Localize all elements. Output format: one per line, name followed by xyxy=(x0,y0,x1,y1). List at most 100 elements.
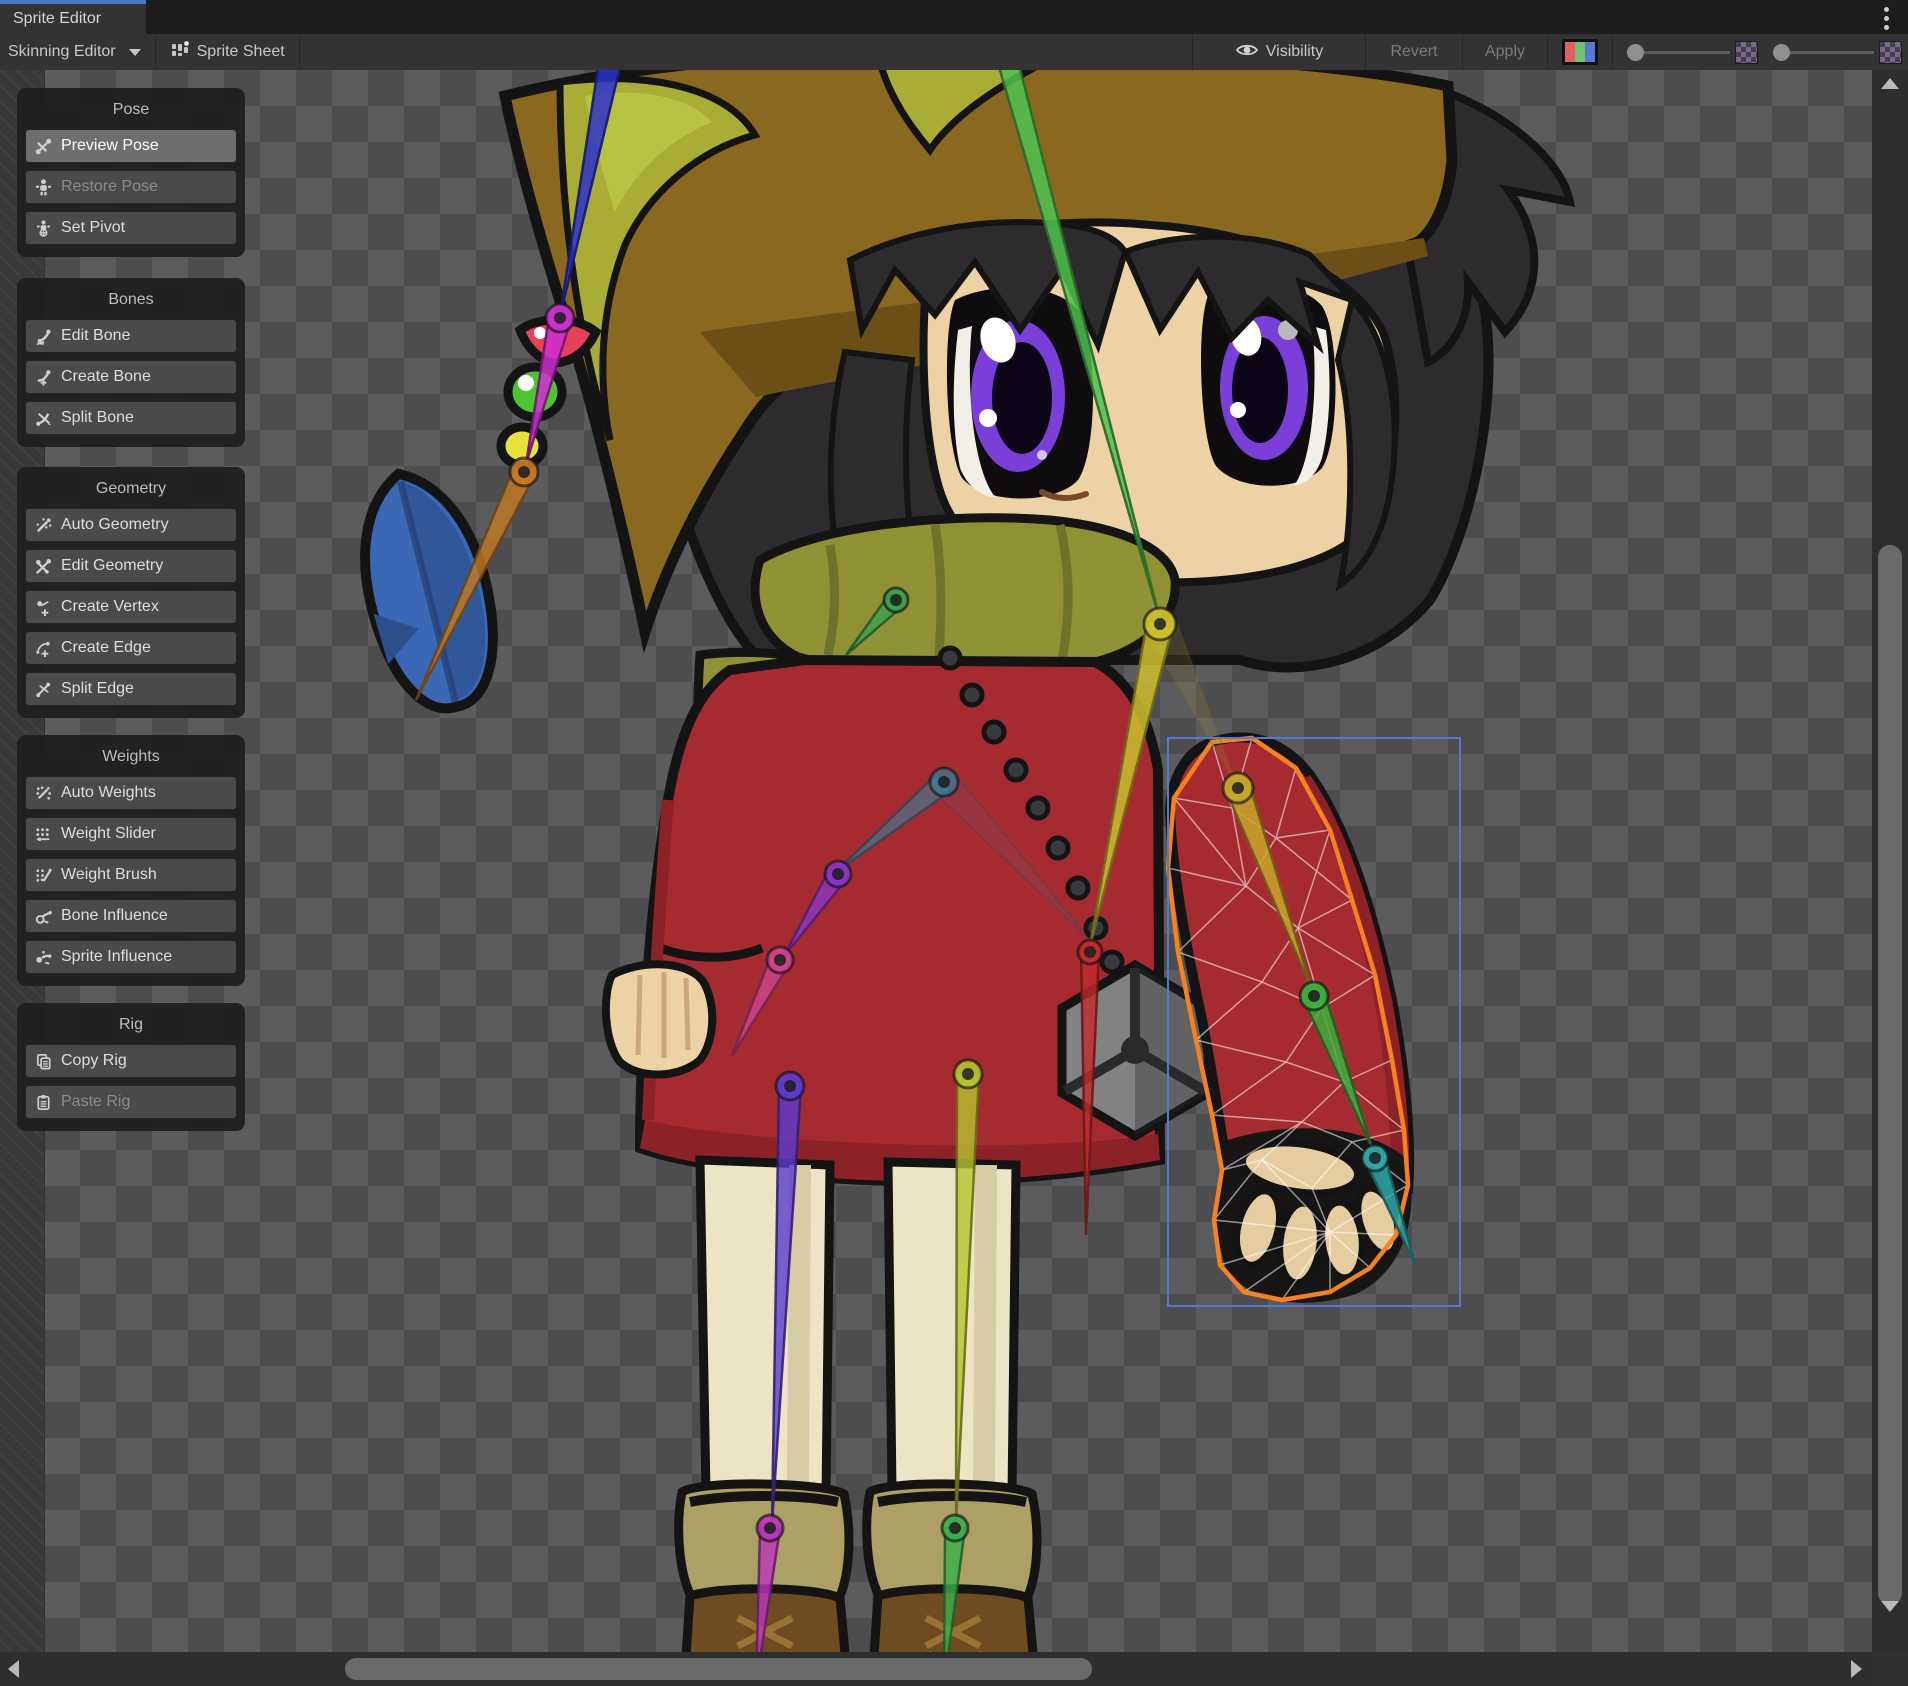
visibility-button[interactable]: Visibility xyxy=(1192,34,1366,70)
scroll-up-icon[interactable] xyxy=(1881,78,1899,89)
checker-chip-icon xyxy=(1735,41,1758,64)
revert-button[interactable]: Revert xyxy=(1366,34,1463,70)
window-menu-kebab-icon[interactable] xyxy=(1876,4,1896,32)
button-label: Bone Influence xyxy=(61,907,168,925)
alpha-slider-knob[interactable] xyxy=(1773,44,1790,61)
brightness-slider-knob[interactable] xyxy=(1627,44,1644,61)
button-label: Split Bone xyxy=(61,409,134,427)
left-arm-bone-3-joint-center xyxy=(774,954,786,966)
panel-rig: RigCopy RigPaste Rig xyxy=(17,1003,245,1131)
button-label: Copy Rig xyxy=(61,1052,127,1070)
skinning-canvas[interactable] xyxy=(0,70,1908,1686)
scroll-down-icon[interactable] xyxy=(1881,1601,1899,1612)
panel-pose: Pose Preview Pose Restore Pose Set Pivot xyxy=(17,88,245,257)
sprite-influence-icon xyxy=(33,947,53,967)
button-label: Auto Geometry xyxy=(61,516,169,534)
panel-title: Bones xyxy=(25,288,237,312)
button-label: Create Edge xyxy=(61,639,151,657)
sprite-sheet-button[interactable]: Sprite Sheet xyxy=(156,34,300,70)
panel-geometry: GeometryAuto GeometryEdit GeometryCreate… xyxy=(17,467,245,718)
set-pivot-icon xyxy=(33,218,53,238)
edit-bone-button[interactable]: Edit Bone xyxy=(25,319,237,353)
set-pivot-button[interactable]: Set Pivot xyxy=(25,211,237,245)
sprite-influence-button[interactable]: Sprite Influence xyxy=(25,940,237,974)
feather xyxy=(342,460,514,721)
skinning-editor-label: Skinning Editor xyxy=(8,43,116,61)
apply-button[interactable]: Apply xyxy=(1463,34,1548,70)
brightness-slider[interactable] xyxy=(1627,41,1758,64)
scrollbar-corner xyxy=(1872,1652,1908,1686)
alpha-slider[interactable] xyxy=(1773,41,1902,64)
pelvis-bone-joint-center xyxy=(1084,946,1096,958)
legs xyxy=(679,1160,1037,1686)
create-bone-icon xyxy=(33,367,53,387)
auto-weights-button[interactable]: Auto Weights xyxy=(25,776,237,810)
skinning-editor-dropdown[interactable]: Skinning Editor xyxy=(0,34,156,70)
right-arm-sprite[interactable] xyxy=(1170,737,1412,1302)
rgb-swatch-icon xyxy=(1562,39,1598,65)
button-label: Paste Rig xyxy=(61,1093,130,1111)
paste-rig-button[interactable]: Paste Rig xyxy=(25,1085,237,1119)
hat-strap-bone-2-joint-center xyxy=(518,466,530,478)
create-edge-icon xyxy=(33,638,53,658)
tab-bar: Sprite Editor xyxy=(0,0,1908,34)
bone-influence-button[interactable]: Bone Influence xyxy=(25,899,237,933)
eye-icon xyxy=(1235,41,1259,64)
auto-geometry-button[interactable]: Auto Geometry xyxy=(25,508,237,542)
apply-label: Apply xyxy=(1485,43,1525,61)
vertical-scrollbar[interactable] xyxy=(1872,70,1908,1652)
right-arm-bone-2-joint-center xyxy=(1308,990,1320,1002)
weight-slider-icon xyxy=(33,824,53,844)
split-edge-button[interactable]: Split Edge xyxy=(25,672,237,706)
bone-influence-icon xyxy=(33,906,53,926)
button-label: Edit Geometry xyxy=(61,557,163,575)
button-label: Weight Slider xyxy=(61,825,156,843)
split-bone-button[interactable]: Split Bone xyxy=(25,401,237,435)
weight-slider-button[interactable]: Weight Slider xyxy=(25,817,237,851)
left-arm-bone-1-joint-center xyxy=(938,776,950,788)
visibility-label: Visibility xyxy=(1266,43,1324,61)
tab-sprite-editor[interactable]: Sprite Editor xyxy=(0,0,146,34)
copy-rig-icon xyxy=(33,1051,53,1071)
tab-title: Sprite Editor xyxy=(13,10,101,28)
horizontal-scrollbar-thumb[interactable] xyxy=(345,1658,1092,1680)
button-label: Edit Bone xyxy=(61,327,130,345)
button-label: Split Edge xyxy=(61,680,134,698)
right-arm-bone-3-joint-center xyxy=(1369,1152,1381,1164)
sprite-sheet-label: Sprite Sheet xyxy=(197,43,285,61)
pose-preview-icon xyxy=(33,136,53,156)
chevron-down-icon xyxy=(129,49,141,56)
edit-geometry-icon xyxy=(33,556,53,576)
scroll-left-icon[interactable] xyxy=(8,1660,19,1678)
panel-title: Weights xyxy=(25,745,237,769)
weight-brush-button[interactable]: Weight Brush xyxy=(25,858,237,892)
scroll-right-icon[interactable] xyxy=(1851,1660,1862,1678)
preview-pose-button[interactable]: Preview Pose xyxy=(25,129,237,163)
neck-stub-bone-joint-center xyxy=(890,594,902,606)
right-leg-bone-1-joint-center xyxy=(962,1068,974,1080)
vertical-scrollbar-thumb[interactable] xyxy=(1878,545,1902,1605)
create-edge-button[interactable]: Create Edge xyxy=(25,631,237,665)
restore-pose-button[interactable]: Restore Pose xyxy=(25,170,237,204)
right-arm-bone-1-joint-center xyxy=(1232,782,1244,794)
create-bone-button[interactable]: Create Bone xyxy=(25,360,237,394)
checker-chip-icon xyxy=(1879,41,1902,64)
button-label: Auto Weights xyxy=(61,784,156,802)
left-leg-bone-1-joint-center xyxy=(784,1080,796,1092)
button-label: Restore Pose xyxy=(61,178,158,196)
button-label: Sprite Influence xyxy=(61,948,172,966)
left-leg-bone-2-joint-center xyxy=(764,1522,776,1534)
button-label: Weight Brush xyxy=(61,866,157,884)
button-label: Set Pivot xyxy=(61,219,125,237)
panel-weights: Weights Auto Weights Weight Slider Weight B… xyxy=(17,735,245,986)
horizontal-scrollbar[interactable] xyxy=(0,1652,1872,1686)
copy-rig-button[interactable]: Copy Rig xyxy=(25,1044,237,1078)
create-vertex-button[interactable]: Create Vertex xyxy=(25,590,237,624)
paste-rig-icon xyxy=(33,1092,53,1112)
sprite-color-swatch[interactable] xyxy=(1548,34,1613,70)
edit-geometry-button[interactable]: Edit Geometry xyxy=(25,549,237,583)
create-vertex-icon xyxy=(33,597,53,617)
left-hand xyxy=(606,964,712,1074)
spine-bone-joint-center xyxy=(1154,618,1166,630)
panel-title: Pose xyxy=(25,98,237,122)
